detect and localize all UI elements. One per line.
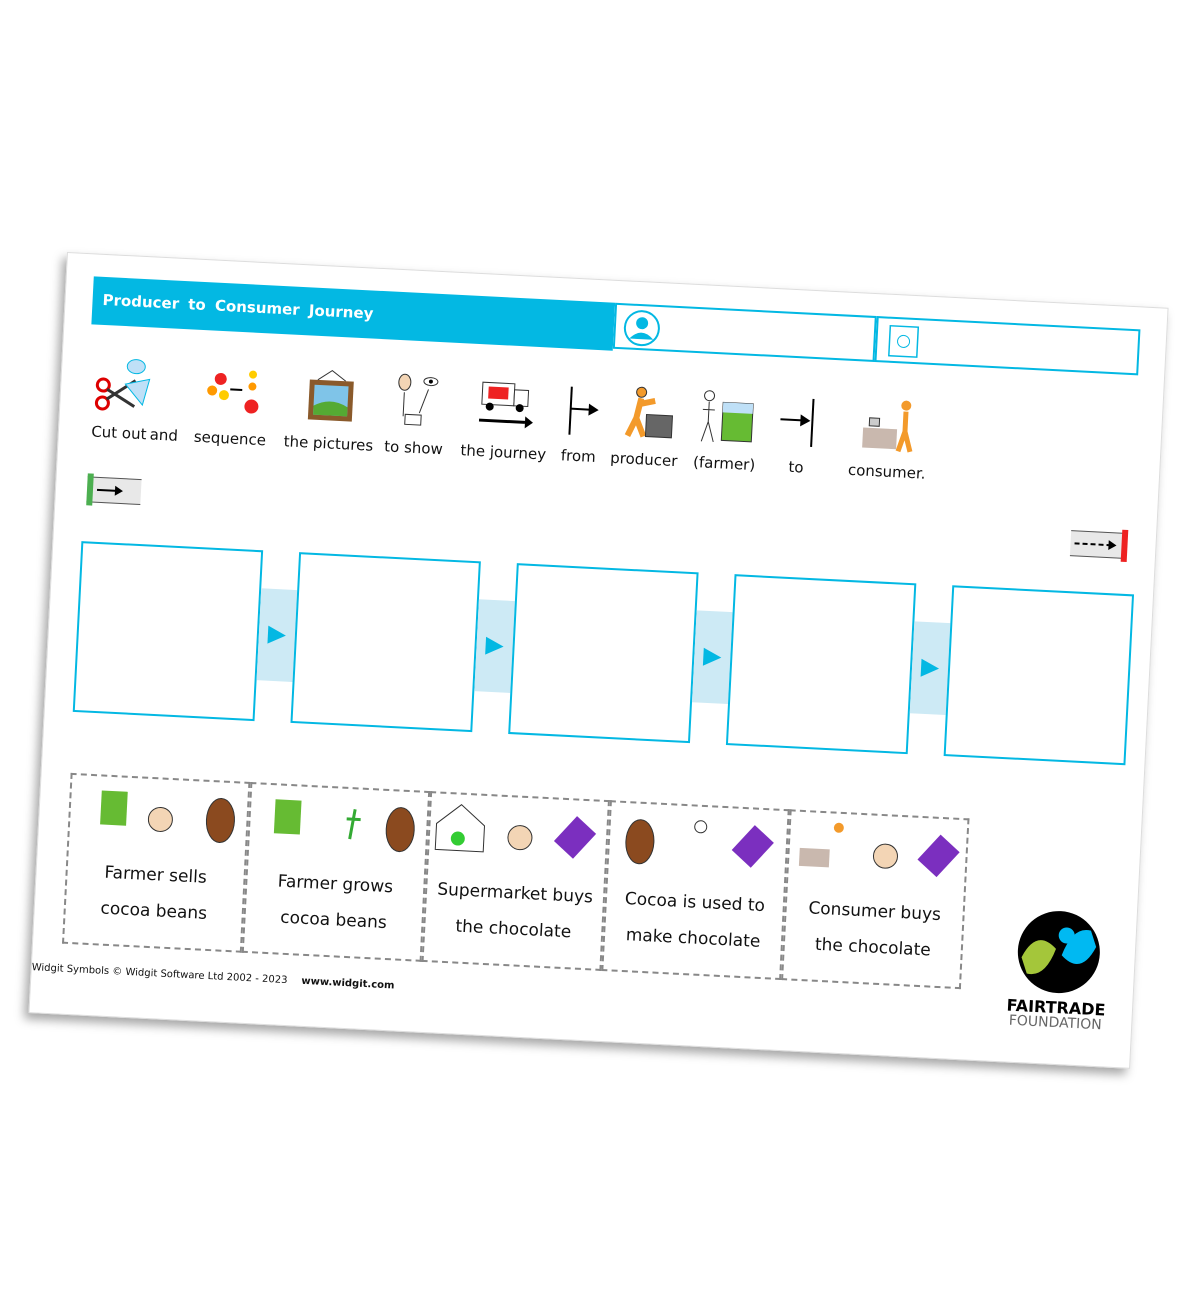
end-arrow-icon <box>1069 529 1129 563</box>
title-bar: Producer to Consumer Journey <box>91 276 616 351</box>
consumer-icon <box>858 393 921 458</box>
website-link[interactable]: www.widgit.com <box>301 976 395 992</box>
instructions: Cut out and sequence the pictures to sho… <box>78 354 962 498</box>
connector-arrow-icon <box>474 599 515 693</box>
card-farmer-grows[interactable]: Farmer grows cocoa beans <box>241 781 431 962</box>
date-field[interactable] <box>874 316 1141 376</box>
instruction-to: to <box>766 389 830 478</box>
farmer-cocoa-icon <box>69 775 248 854</box>
instruction-producer: producer <box>610 381 681 470</box>
page-title: Producer to Consumer Journey <box>102 290 374 323</box>
sequence-slot-4[interactable] <box>725 574 917 755</box>
picture-icon <box>299 365 362 430</box>
instruction-farmer: (farmer) <box>693 385 759 474</box>
supermarket-icon <box>429 793 608 872</box>
instruction-consumer: consumer. <box>848 393 930 483</box>
instruction-the-pictures: the pictures <box>283 364 377 455</box>
scissors-icon <box>90 354 153 419</box>
person-icon <box>623 310 660 347</box>
card-cocoa-used[interactable]: Cocoa is used to make chocolate <box>601 800 790 981</box>
connector-arrow-icon <box>909 621 951 716</box>
card-supermarket-buys[interactable]: Supermarket buys the chocolate <box>421 791 610 971</box>
from-arrow-icon <box>549 378 612 443</box>
sequence-slot-5[interactable] <box>943 585 1135 766</box>
calendar-sun-icon <box>888 324 920 358</box>
truck-journey-icon <box>474 374 537 439</box>
farmer-icon <box>695 385 758 450</box>
farmer-grow-icon <box>249 784 428 863</box>
fairtrade-mark-icon <box>1017 911 1100 994</box>
connector-arrow-icon <box>692 610 733 705</box>
producer-icon <box>615 381 678 446</box>
footer: Widgit Symbols © Widgit Software Ltd 200… <box>31 962 394 991</box>
show-icon <box>384 369 447 434</box>
copyright: Widgit Symbols © Widgit Software Ltd 200… <box>31 962 288 987</box>
card-consumer-buys[interactable]: Consumer buys the chocolate <box>781 809 970 990</box>
instruction-sequence: sequence <box>193 360 270 449</box>
cocoa-chocolate-icon <box>608 802 787 881</box>
connector-arrow-icon <box>256 588 298 682</box>
instruction-cut-out: Cut out <box>88 354 152 443</box>
instruction-the-journey: the journey <box>460 373 550 463</box>
instruction-to-show: to show <box>383 369 447 458</box>
instruction-and: and <box>149 425 179 445</box>
fairtrade-logo: FAIRTRADE FOUNDATION <box>1005 907 1111 1033</box>
sequence-icon <box>201 360 264 425</box>
start-arrow-icon <box>86 473 142 506</box>
card-farmer-sells[interactable]: Farmer sells cocoa beans <box>62 772 251 953</box>
consumer-buy-icon <box>788 811 967 890</box>
instruction-from: from <box>548 378 612 467</box>
sequence-slot-1[interactable] <box>72 541 264 722</box>
sequence-slot-2[interactable] <box>290 552 481 733</box>
sequence-slot-3[interactable] <box>508 563 699 744</box>
name-field[interactable] <box>612 302 877 362</box>
to-arrow-icon <box>767 389 830 454</box>
worksheet: Producer to Consumer Journey Cut out and… <box>28 252 1169 1069</box>
